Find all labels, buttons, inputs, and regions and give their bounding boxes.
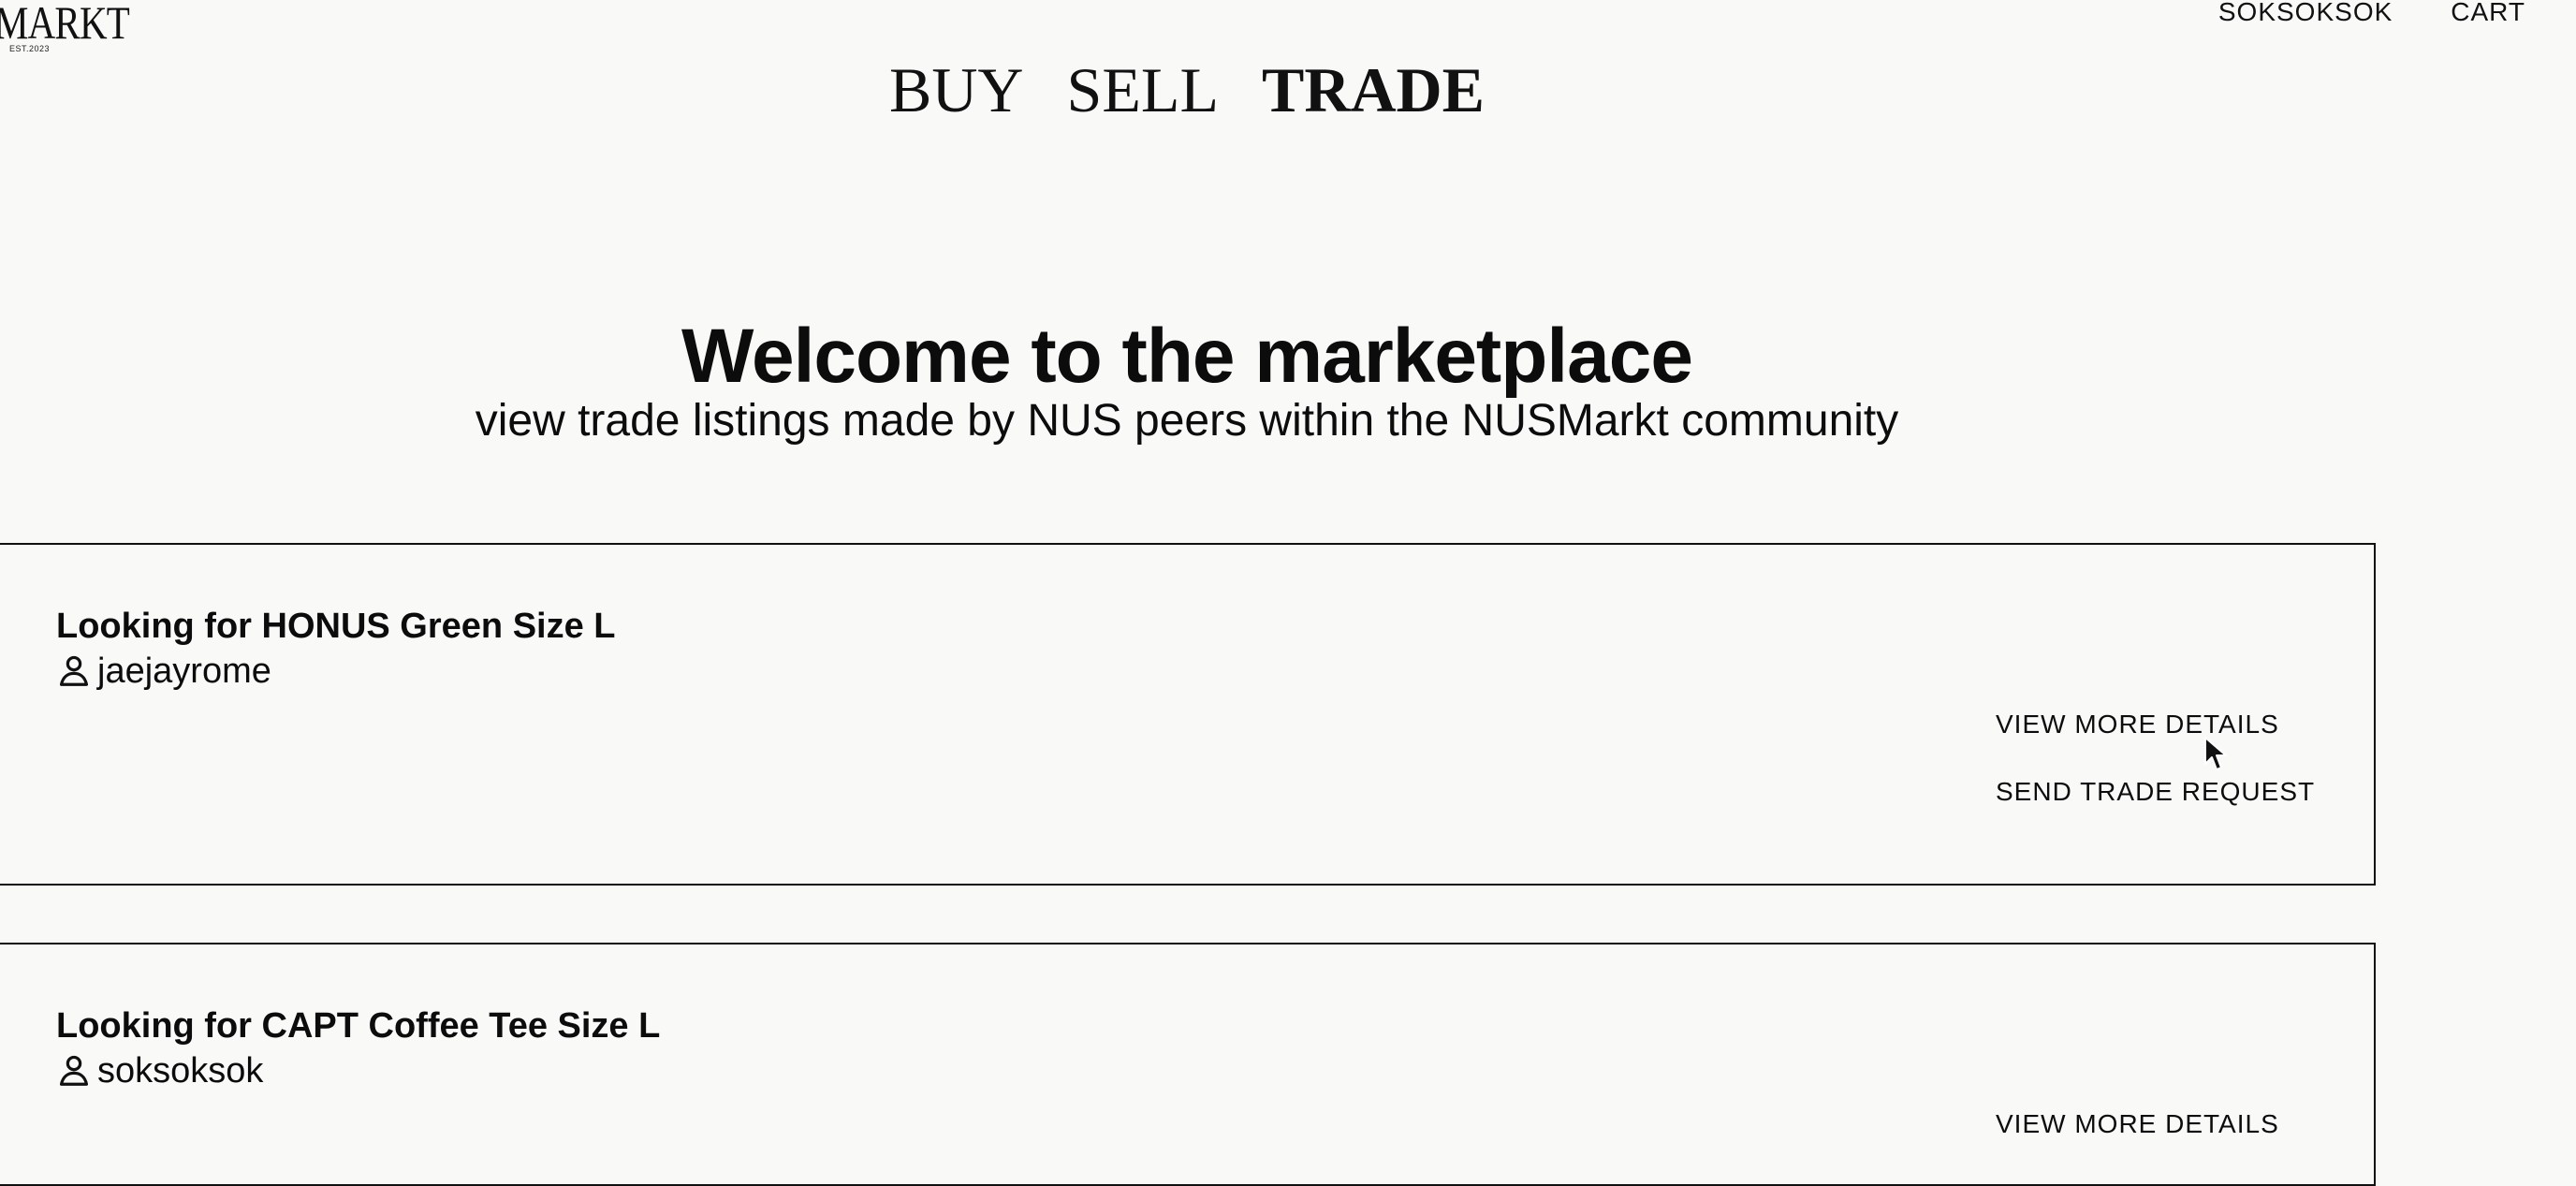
cart-link[interactable]: CART	[2451, 0, 2525, 26]
listing-owner: jaejayrome	[56, 650, 271, 693]
account-navigation: SOKSOKSOK CART	[2218, 0, 2525, 26]
send-trade-request-button[interactable]: SEND TRADE REQUEST	[1996, 775, 2315, 809]
view-more-details-button[interactable]: VIEW MORE DETAILS	[1996, 1107, 2279, 1141]
logo-wordmark: MARKT	[0, 0, 130, 49]
marketplace-mode-tabs: BUY SELL TRADE	[0, 52, 2374, 127]
view-more-details-button[interactable]: VIEW MORE DETAILS	[1996, 708, 2279, 741]
listing-username[interactable]: soksoksok	[97, 1049, 263, 1092]
page-title: Welcome to the marketplace	[681, 313, 1693, 399]
listing-title: Looking for HONUS Green Size L	[56, 607, 616, 646]
listing-owner: soksoksok	[56, 1049, 263, 1092]
user-icon	[59, 655, 89, 686]
user-icon	[59, 1055, 89, 1086]
listing-title: Looking for CAPT Coffee Tee Size L	[56, 1006, 661, 1046]
tab-trade[interactable]: TRADE	[1262, 52, 1485, 127]
tab-buy[interactable]: BUY	[889, 52, 1024, 127]
markt-logo[interactable]: MARKT EST.2023	[0, 0, 150, 58]
tab-sell[interactable]: SELL	[1067, 52, 1219, 127]
trade-listing-card: Looking for HONUS Green Size L jaejayrom…	[0, 543, 2376, 886]
page-subtitle: view trade listings made by NUS peers wi…	[475, 396, 1899, 446]
mouse-pointer-icon	[2204, 737, 2227, 770]
trade-listing-card: Looking for CAPT Coffee Tee Size L sokso…	[0, 943, 2376, 1186]
account-link[interactable]: SOKSOKSOK	[2218, 0, 2393, 26]
listing-username[interactable]: jaejayrome	[97, 650, 271, 693]
